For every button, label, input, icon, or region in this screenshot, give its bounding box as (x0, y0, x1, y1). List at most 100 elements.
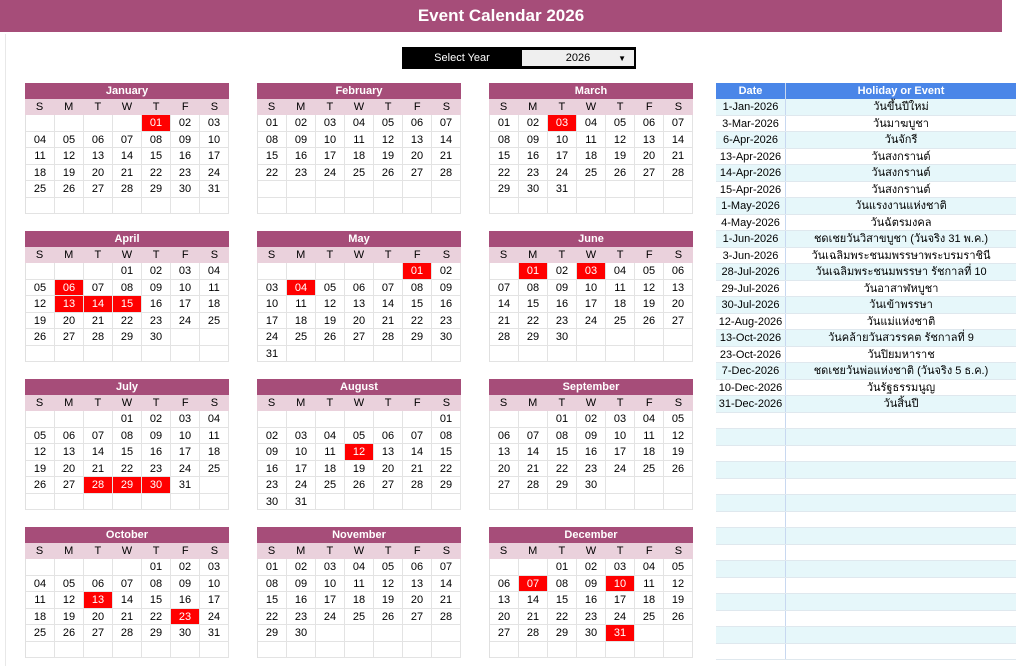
day-cell[interactable]: 24 (200, 608, 229, 625)
day-cell[interactable]: 17 (171, 296, 200, 313)
day-cell[interactable]: 14 (374, 296, 403, 313)
day-cell[interactable]: 05 (26, 427, 55, 444)
day-cell[interactable]: 18 (316, 460, 345, 477)
event-row[interactable]: 30-Jul-2026 วันเข้าพรรษา (716, 297, 1016, 314)
day-cell[interactable]: 10 (606, 427, 635, 444)
day-cell[interactable]: 10 (548, 131, 577, 148)
day-cell[interactable]: 20 (55, 312, 84, 329)
holiday-day-cell[interactable]: 14 (84, 296, 113, 313)
day-cell[interactable]: 15 (258, 148, 287, 165)
event-row[interactable]: 1-Jun-2026 ชดเชยวันวิสาขบูชา (วันจริง 31 … (716, 231, 1016, 248)
day-cell[interactable]: 12 (635, 279, 664, 296)
day-cell[interactable]: 16 (287, 148, 316, 165)
day-cell[interactable]: 13 (664, 279, 693, 296)
day-cell[interactable]: 03 (316, 115, 345, 132)
day-cell[interactable]: 08 (142, 131, 171, 148)
day-cell[interactable]: 11 (200, 279, 229, 296)
event-row[interactable]: 10-Dec-2026 วันรัฐธรรมนูญ (716, 379, 1016, 396)
day-cell[interactable]: 23 (287, 164, 316, 181)
holiday-day-cell[interactable]: 31 (606, 625, 635, 642)
day-cell[interactable]: 04 (606, 263, 635, 280)
day-cell[interactable]: 19 (55, 164, 84, 181)
day-cell[interactable]: 08 (548, 427, 577, 444)
day-cell[interactable]: 28 (519, 477, 548, 494)
day-cell[interactable]: 06 (664, 263, 693, 280)
holiday-day-cell[interactable]: 23 (171, 608, 200, 625)
day-cell[interactable]: 17 (577, 296, 606, 313)
day-cell[interactable]: 16 (142, 444, 171, 461)
day-cell[interactable]: 11 (287, 296, 316, 313)
day-cell[interactable]: 19 (374, 592, 403, 609)
day-cell[interactable]: 05 (374, 115, 403, 132)
day-cell[interactable]: 05 (664, 559, 693, 576)
day-cell[interactable]: 23 (171, 164, 200, 181)
day-cell[interactable]: 12 (664, 575, 693, 592)
day-cell[interactable]: 09 (577, 575, 606, 592)
day-cell[interactable]: 26 (664, 460, 693, 477)
day-cell[interactable]: 27 (84, 625, 113, 642)
day-cell[interactable]: 22 (403, 312, 432, 329)
day-cell[interactable]: 23 (519, 164, 548, 181)
event-row[interactable] (716, 610, 1016, 627)
day-cell[interactable]: 01 (490, 115, 519, 132)
day-cell[interactable]: 20 (490, 608, 519, 625)
day-cell[interactable]: 22 (113, 312, 142, 329)
day-cell[interactable]: 12 (55, 592, 84, 609)
day-cell[interactable]: 11 (635, 575, 664, 592)
day-cell[interactable]: 22 (258, 164, 287, 181)
day-cell[interactable]: 27 (490, 625, 519, 642)
event-row[interactable] (716, 511, 1016, 528)
day-cell[interactable]: 20 (84, 608, 113, 625)
day-cell[interactable]: 16 (287, 592, 316, 609)
day-cell[interactable]: 12 (55, 148, 84, 165)
day-cell[interactable]: 06 (490, 575, 519, 592)
day-cell[interactable]: 21 (374, 312, 403, 329)
event-row[interactable] (716, 429, 1016, 446)
day-cell[interactable]: 16 (577, 444, 606, 461)
day-cell[interactable]: 08 (113, 279, 142, 296)
event-row[interactable]: 29-Jul-2026 วันอาสาฬหบูชา (716, 280, 1016, 297)
day-cell[interactable]: 08 (258, 131, 287, 148)
day-cell[interactable]: 31 (548, 181, 577, 198)
dropdown-arrow-icon[interactable]: ▼ (618, 54, 626, 63)
day-cell[interactable]: 13 (84, 148, 113, 165)
day-cell[interactable]: 30 (142, 329, 171, 346)
day-cell[interactable]: 22 (142, 608, 171, 625)
day-cell[interactable]: 18 (345, 148, 374, 165)
day-cell[interactable]: 28 (432, 164, 461, 181)
day-cell[interactable]: 01 (548, 411, 577, 428)
event-row[interactable]: 3-Jun-2026 วันเฉลิมพระชนมพรรษาพระบรมราชิน… (716, 247, 1016, 264)
day-cell[interactable]: 09 (432, 279, 461, 296)
day-cell[interactable]: 30 (171, 181, 200, 198)
day-cell[interactable]: 09 (287, 131, 316, 148)
day-cell[interactable]: 09 (142, 279, 171, 296)
day-cell[interactable]: 23 (142, 312, 171, 329)
day-cell[interactable]: 11 (316, 444, 345, 461)
day-cell[interactable]: 02 (287, 115, 316, 132)
day-cell[interactable]: 21 (84, 312, 113, 329)
day-cell[interactable]: 04 (577, 115, 606, 132)
holiday-day-cell[interactable]: 06 (55, 279, 84, 296)
day-cell[interactable]: 07 (374, 279, 403, 296)
day-cell[interactable]: 11 (606, 279, 635, 296)
day-cell[interactable]: 01 (142, 559, 171, 576)
day-cell[interactable]: 28 (374, 329, 403, 346)
event-row[interactable] (716, 412, 1016, 429)
day-cell[interactable]: 17 (316, 592, 345, 609)
day-cell[interactable]: 13 (490, 444, 519, 461)
day-cell[interactable]: 01 (258, 559, 287, 576)
day-cell[interactable]: 08 (142, 575, 171, 592)
day-cell[interactable]: 30 (171, 625, 200, 642)
day-cell[interactable]: 31 (258, 345, 287, 362)
day-cell[interactable]: 24 (287, 477, 316, 494)
day-cell[interactable]: 30 (577, 477, 606, 494)
day-cell[interactable]: 17 (200, 592, 229, 609)
day-cell[interactable]: 21 (84, 460, 113, 477)
day-cell[interactable]: 02 (142, 263, 171, 280)
day-cell[interactable]: 25 (287, 329, 316, 346)
day-cell[interactable]: 06 (374, 427, 403, 444)
day-cell[interactable]: 12 (316, 296, 345, 313)
day-cell[interactable]: 25 (316, 477, 345, 494)
day-cell[interactable]: 09 (258, 444, 287, 461)
day-cell[interactable]: 06 (403, 559, 432, 576)
